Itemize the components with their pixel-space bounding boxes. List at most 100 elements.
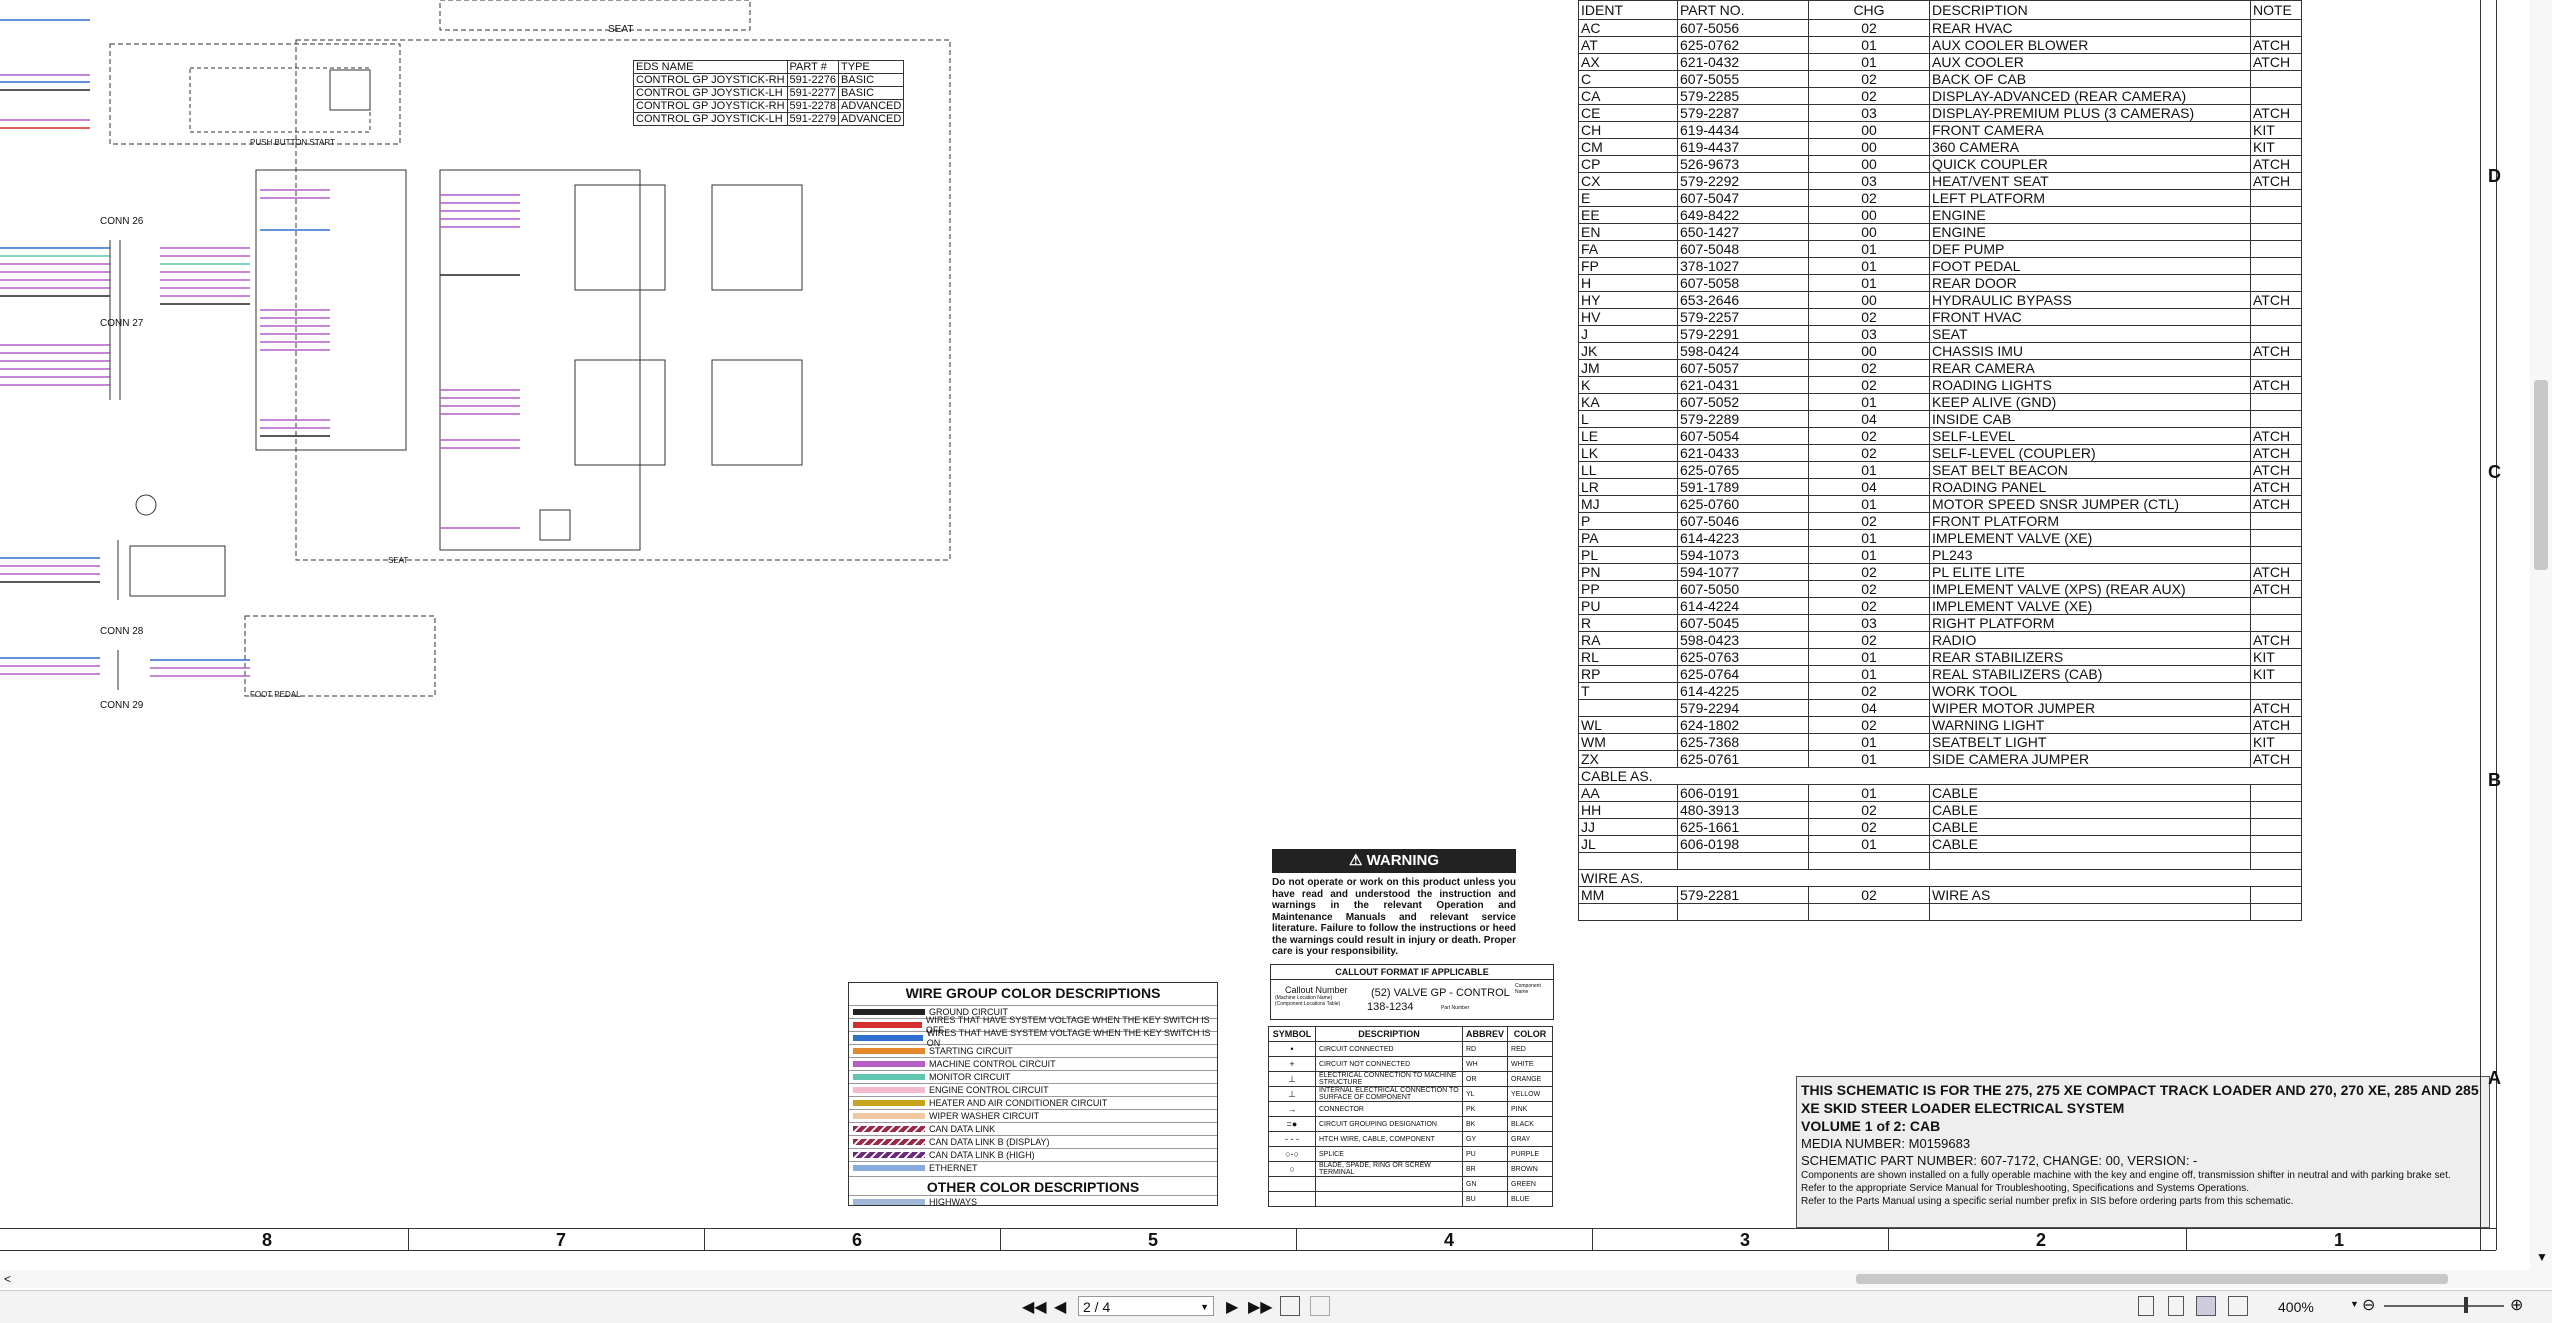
symbol-glyph-icon: - - - bbox=[1268, 1131, 1316, 1147]
parts-cell: 00 bbox=[1808, 138, 1930, 156]
two-page-continuous-icon[interactable] bbox=[2228, 1296, 2248, 1316]
vertical-scroll-thumb[interactable] bbox=[2534, 380, 2548, 570]
parts-cell: MOTOR SPEED SNSR JUMPER (CTL) bbox=[1929, 495, 2251, 513]
parts-cell: MJ bbox=[1578, 495, 1678, 513]
symbol-glyph-icon: ⊥ bbox=[1268, 1086, 1316, 1102]
parts-cell: ATCH bbox=[2250, 563, 2302, 581]
symbol-description: SPLICE bbox=[1315, 1146, 1463, 1162]
sym-col-color: COLOR bbox=[1507, 1026, 1554, 1042]
parts-cell: KIT bbox=[2250, 648, 2302, 666]
parts-cell: 01 bbox=[1808, 835, 1930, 853]
parts-cell: 579-2287 bbox=[1677, 104, 1809, 122]
wire-color-label: WIRES THAT HAVE SYSTEM VOLTAGE WHEN THE … bbox=[926, 1028, 1211, 1048]
parts-cell: 01 bbox=[1808, 495, 1930, 513]
parts-cell: ATCH bbox=[2250, 461, 2302, 479]
parts-cell: DISPLAY-ADVANCED (REAR CAMERA) bbox=[1929, 87, 2251, 105]
parts-cell: FRONT CAMERA bbox=[1929, 121, 2251, 139]
symbol-glyph-icon: + bbox=[1268, 1056, 1316, 1072]
two-page-view-icon[interactable] bbox=[2196, 1296, 2216, 1316]
symbol-table: SYMBOL DESCRIPTION ABBREV COLOR • CIRCUIT… bbox=[1268, 1026, 1554, 1207]
symbol-description: CIRCUIT CONNECTED bbox=[1315, 1041, 1463, 1057]
parts-cell: 607-5057 bbox=[1677, 359, 1809, 377]
parts-cell bbox=[2250, 19, 2302, 37]
part-number-label: Part Number bbox=[1441, 1005, 1470, 1011]
parts-cell: 621-0432 bbox=[1677, 53, 1809, 71]
wire-as-label-cell: WIRE AS. bbox=[1578, 869, 2302, 887]
wire-color-row: HIGHWAYS bbox=[849, 1195, 1217, 1208]
symbol-description: ELECTRICAL CONNECTION TO MACHINE STRUCTU… bbox=[1315, 1071, 1463, 1087]
copy-disabled-icon[interactable] bbox=[1310, 1296, 1330, 1316]
symbol-color: PINK bbox=[1507, 1101, 1554, 1117]
copy-view-icon[interactable] bbox=[1280, 1296, 1300, 1316]
parts-cell: REAR CAMERA bbox=[1929, 359, 2251, 377]
cable-as-label-cell: CABLE AS. bbox=[1578, 767, 2302, 785]
zoom-dropdown-chevron-icon[interactable]: ▼ bbox=[2350, 1299, 2359, 1309]
wire-color-swatch bbox=[853, 1009, 925, 1015]
single-page-view-icon[interactable] bbox=[2138, 1296, 2154, 1316]
first-page-icon[interactable]: ◀◀ bbox=[1022, 1297, 1047, 1317]
parts-cell: ATCH bbox=[2250, 291, 2302, 309]
symbol-abbrev: OR bbox=[1461, 1071, 1509, 1087]
symbol-abbrev: GN bbox=[1461, 1176, 1509, 1192]
parts-row: EE 649-8422 00 ENGINE bbox=[1578, 206, 2302, 224]
parts-row: H 607-5058 01 REAR DOOR bbox=[1578, 274, 2302, 292]
warning-title-bar: ⚠ WARNING bbox=[1272, 849, 1516, 873]
foot-pedal-label: FOOT PEDAL bbox=[250, 690, 301, 699]
parts-cell: FA bbox=[1578, 240, 1678, 258]
parts-row: WM 625-7368 01 SEATBELT LIGHT KIT bbox=[1578, 733, 2302, 751]
parts-row: AT 625-0762 01 AUX COOLER BLOWER ATCH bbox=[1578, 36, 2302, 54]
prev-page-icon[interactable]: ◀ bbox=[1054, 1297, 1066, 1317]
eds-cell: CONTROL GP JOYSTICK-RH bbox=[633, 99, 788, 113]
parts-cell bbox=[2250, 512, 2302, 530]
zoom-slider-handle[interactable] bbox=[2464, 1297, 2468, 1313]
zoom-out-icon[interactable]: ⊖ bbox=[2362, 1295, 2375, 1315]
parts-cell: 03 bbox=[1808, 325, 1930, 343]
parts-cell: LE bbox=[1578, 427, 1678, 445]
parts-cell: ATCH bbox=[2250, 631, 2302, 649]
parts-cell: 02 bbox=[1808, 444, 1930, 462]
parts-row: PA 614-4223 01 IMPLEMENT VALVE (XE) bbox=[1578, 529, 2302, 547]
parts-cell: MM bbox=[1578, 886, 1678, 904]
wire-color-row: ETHERNET bbox=[849, 1161, 1217, 1174]
parts-row: JJ 625-1661 02 CABLE bbox=[1578, 818, 2302, 836]
parts-cell: ENGINE bbox=[1929, 223, 2251, 241]
parts-row: JM 607-5057 02 REAR CAMERA bbox=[1578, 359, 2302, 377]
wire-color-swatch bbox=[853, 1100, 925, 1106]
scroll-left-arrow-icon[interactable]: < bbox=[4, 1272, 11, 1286]
parts-cell bbox=[2250, 682, 2302, 700]
parts-cell: 625-0762 bbox=[1677, 36, 1809, 54]
scroll-down-arrow-icon[interactable]: ▼ bbox=[2536, 1250, 2548, 1264]
parts-cell: C bbox=[1578, 70, 1678, 88]
last-page-icon[interactable]: ▶▶ bbox=[1248, 1297, 1273, 1317]
page-number-select[interactable]: 2 / 4 ▼ bbox=[1078, 1296, 1214, 1316]
grid-column-label: 3 bbox=[1740, 1230, 1751, 1250]
symbol-glyph-icon: ⊥ bbox=[1268, 1071, 1316, 1087]
horizontal-scrollbar[interactable]: < bbox=[0, 1270, 2552, 1288]
parts-row: T 614-4225 02 WORK TOOL bbox=[1578, 682, 2302, 700]
symbol-description bbox=[1315, 1176, 1463, 1192]
horizontal-scroll-thumb[interactable] bbox=[1856, 1274, 2448, 1284]
symbol-glyph-icon: ○-○ bbox=[1268, 1146, 1316, 1162]
next-page-icon[interactable]: ▶ bbox=[1226, 1297, 1238, 1317]
parts-row: HY 653-2646 00 HYDRAULIC BYPASS ATCH bbox=[1578, 291, 2302, 309]
parts-cell: 03 bbox=[1808, 172, 1930, 190]
parts-row: R 607-5045 03 RIGHT PLATFORM bbox=[1578, 614, 2302, 632]
parts-row: PN 594-1077 02 PL ELITE LITE ATCH bbox=[1578, 563, 2302, 581]
viewer-toolbar: ◀◀ ◀ 2 / 4 ▼ ▶ ▶▶ 400% ▼ ⊖ ⊕ bbox=[0, 1290, 2552, 1323]
vertical-scrollbar[interactable]: ▼ bbox=[2530, 0, 2552, 1270]
zoom-value[interactable]: 400% bbox=[2278, 1299, 2314, 1315]
parts-cell: ROADING LIGHTS bbox=[1929, 376, 2251, 394]
parts-cell: ATCH bbox=[2250, 155, 2302, 173]
wire-color-swatch bbox=[853, 1113, 925, 1119]
parts-cell: 01 bbox=[1808, 733, 1930, 751]
continuous-view-icon[interactable] bbox=[2168, 1296, 2184, 1316]
parts-cell: 526-9673 bbox=[1677, 155, 1809, 173]
symbol-abbrev: RD bbox=[1461, 1041, 1509, 1057]
wire-color-swatch bbox=[853, 1022, 922, 1028]
parts-cell: 606-0191 bbox=[1677, 784, 1809, 802]
zoom-slider-track[interactable] bbox=[2384, 1305, 2504, 1307]
parts-cell: KIT bbox=[2250, 121, 2302, 139]
symbol-row: → CONNECTOR PK PINK bbox=[1268, 1101, 1554, 1117]
parts-cell: 01 bbox=[1808, 665, 1930, 683]
zoom-in-icon[interactable]: ⊕ bbox=[2510, 1295, 2523, 1315]
